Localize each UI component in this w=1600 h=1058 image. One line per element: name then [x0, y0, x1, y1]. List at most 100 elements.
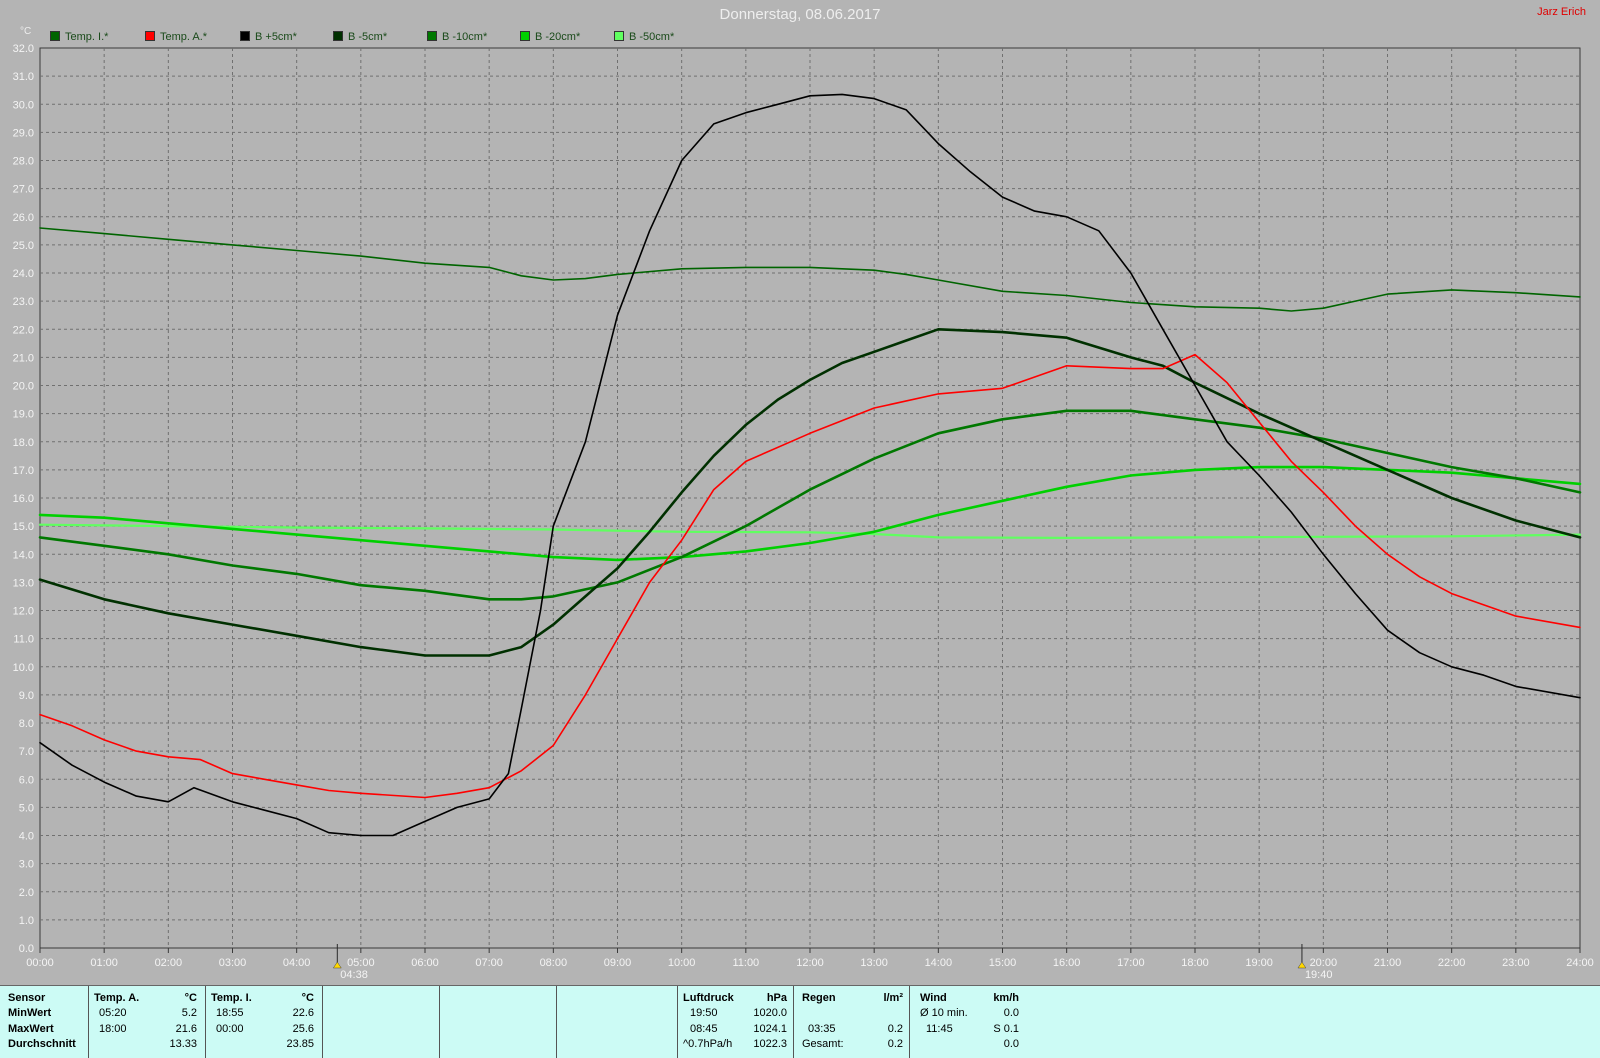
x-tick-label: 06:00 — [411, 957, 439, 969]
x-tick-label: 07:00 — [475, 957, 503, 969]
y-tick-label: 30.0 — [13, 99, 34, 111]
stats-wind-header: Wind — [920, 992, 947, 1004]
stats-temp-i-min-time: 18:55 — [216, 1007, 244, 1019]
stats-temp-i-min-val: 22.6 — [292, 1007, 314, 1019]
y-tick-label: 13.0 — [13, 577, 34, 589]
stats-temp-a-max-time: 18:00 — [99, 1023, 127, 1035]
stats-wind-avg-label: Ø 10 min. — [920, 1007, 968, 1019]
stats-rain-total-val: 0.2 — [887, 1038, 903, 1050]
stats-sensor-col: Sensor MinWert MaxWert Durchschnitt — [0, 986, 89, 1058]
x-tick-label: 15:00 — [989, 957, 1017, 969]
stats-panel: Sensor MinWert MaxWert Durchschnitt Temp… — [0, 985, 1600, 1058]
stats-pressure-max-time: 08:45 — [690, 1023, 718, 1035]
y-tick-label: 5.0 — [19, 802, 34, 814]
stats-rain-unit: l/m² — [883, 992, 903, 1004]
x-tick-label: 03:00 — [219, 957, 247, 969]
x-tick-label: 23:00 — [1502, 957, 1530, 969]
y-tick-label: 4.0 — [19, 831, 34, 843]
y-tick-label: 7.0 — [19, 746, 34, 758]
y-tick-label: 21.0 — [13, 352, 34, 364]
stats-min-label: MinWert — [8, 1007, 52, 1019]
stats-empty-col-3 — [557, 986, 678, 1058]
stats-pressure-unit: hPa — [766, 992, 787, 1004]
sunset-icon — [1297, 961, 1307, 969]
y-tick-label: 24.0 — [13, 268, 34, 280]
stats-rain-total-label: Gesamt: — [802, 1038, 844, 1050]
stats-temp-i-col: Temp. I. °C 18:55 22.6 00:00 25.6 23.85 — [206, 986, 323, 1058]
x-tick-label: 18:00 — [1181, 957, 1209, 969]
stats-temp-i-header: Temp. I. — [211, 992, 252, 1004]
stats-pressure-trend-label: ^0.7hPa/h — [683, 1038, 733, 1050]
stats-pressure-min-val: 1020.0 — [753, 1007, 787, 1019]
stats-temp-i-max-time: 00:00 — [216, 1023, 244, 1035]
stats-rain-max-val: 0.2 — [887, 1023, 903, 1035]
line-chart: 0.0 1.0 2.0 3.0 4.0 5.0 6.0 7.0 8.0 9.0 10.0 11.0 12… — [13, 43, 1594, 981]
sunrise-time-label: 04:38 — [340, 969, 368, 981]
y-tick-label: 18.0 — [13, 437, 34, 449]
x-tick-label: 09:00 — [604, 957, 632, 969]
stats-pressure-max-val: 1024.1 — [753, 1023, 787, 1035]
stats-pressure-min-time: 19:50 — [690, 1007, 718, 1019]
stats-wind-max-time: 11:45 — [926, 1023, 953, 1035]
stats-pressure-header: Luftdruck — [683, 992, 734, 1004]
sunrise-icon — [332, 961, 342, 969]
stats-temp-a-avg: 13.33 — [169, 1038, 197, 1050]
y-tick-label: 11.0 — [13, 634, 34, 646]
x-tick-label: 21:00 — [1374, 957, 1402, 969]
stats-rain-header: Regen — [802, 992, 836, 1004]
x-tick-label: 12:00 — [796, 957, 824, 969]
y-tick-label: 17.0 — [13, 465, 34, 477]
stats-sensor-header: Sensor — [8, 992, 46, 1004]
x-tick-label: 02:00 — [155, 957, 183, 969]
y-tick-label: 20.0 — [13, 381, 34, 393]
y-tick-label: 32.0 — [13, 43, 34, 55]
x-tick-label: 13:00 — [860, 957, 888, 969]
x-tick-label: 04:00 — [283, 957, 311, 969]
y-tick-label: 19.0 — [13, 409, 34, 421]
stats-empty-col-2 — [440, 986, 557, 1058]
stats-wind-last-val: 0.0 — [1003, 1038, 1019, 1050]
y-tick-label: 8.0 — [19, 718, 34, 730]
x-tick-label: 11:00 — [732, 957, 759, 969]
x-tick-label: 17:00 — [1117, 957, 1145, 969]
stats-temp-a-min-time: 05:20 — [99, 1007, 127, 1019]
y-tick-label: 23.0 — [13, 296, 34, 308]
stats-temp-a-header: Temp. A. — [94, 992, 140, 1004]
y-tick-label: 28.0 — [13, 156, 34, 168]
y-tick-label: 6.0 — [19, 774, 34, 786]
stats-wind-max-val: S 0.1 — [993, 1023, 1019, 1035]
stats-max-label: MaxWert — [8, 1023, 54, 1035]
stats-pressure-col: Luftdruck hPa 19:50 1020.0 08:45 1024.1 … — [678, 986, 794, 1058]
y-tick-label: 10.0 — [13, 662, 34, 674]
stats-wind-col: Wind km/h Ø 10 min. 0.0 11:45 S 0.1 0.0 — [910, 986, 1025, 1058]
y-tick-label: 27.0 — [13, 184, 34, 196]
stats-wind-unit: km/h — [993, 992, 1019, 1004]
x-tick-label: 19:00 — [1245, 957, 1273, 969]
x-tick-label: 08:00 — [540, 957, 568, 969]
y-tick-label: 2.0 — [19, 887, 34, 899]
x-tick-label: 05:00 — [347, 957, 375, 969]
stats-temp-i-max-val: 25.6 — [292, 1023, 314, 1035]
stats-temp-a-unit: °C — [184, 992, 197, 1004]
stats-temp-a-col: Temp. A. °C 05:20 5.2 18:00 21.6 13.33 — [89, 986, 206, 1058]
y-tick-label: 15.0 — [13, 521, 34, 533]
x-tick-label: 01:00 — [90, 957, 118, 969]
stats-temp-i-unit: °C — [301, 992, 314, 1004]
x-axis: 00:00 01:00 02:00 03:00 04:00 05:00 06:00 07:00… — [26, 948, 1594, 969]
x-tick-label: 22:00 — [1438, 957, 1466, 969]
y-tick-label: 12.0 — [13, 606, 34, 618]
x-tick-label: 20:00 — [1310, 957, 1338, 969]
y-tick-label: 9.0 — [19, 690, 34, 702]
x-tick-label: 10:00 — [668, 957, 696, 969]
x-tick-label: 14:00 — [925, 957, 953, 969]
y-axis: 0.0 1.0 2.0 3.0 4.0 5.0 6.0 7.0 8.0 9.0 10.0 11.0 12… — [13, 43, 34, 955]
x-tick-label: 00:00 — [26, 957, 54, 969]
y-tick-label: 25.0 — [13, 240, 34, 252]
y-tick-label: 0.0 — [19, 943, 34, 955]
grid — [39, 47, 1581, 949]
stats-rain-max-time: 03:35 — [808, 1023, 836, 1035]
stats-temp-a-min-val: 5.2 — [181, 1007, 197, 1019]
stats-empty-col-1 — [323, 986, 440, 1058]
y-tick-label: 14.0 — [13, 549, 34, 561]
y-tick-label: 22.0 — [13, 324, 34, 336]
